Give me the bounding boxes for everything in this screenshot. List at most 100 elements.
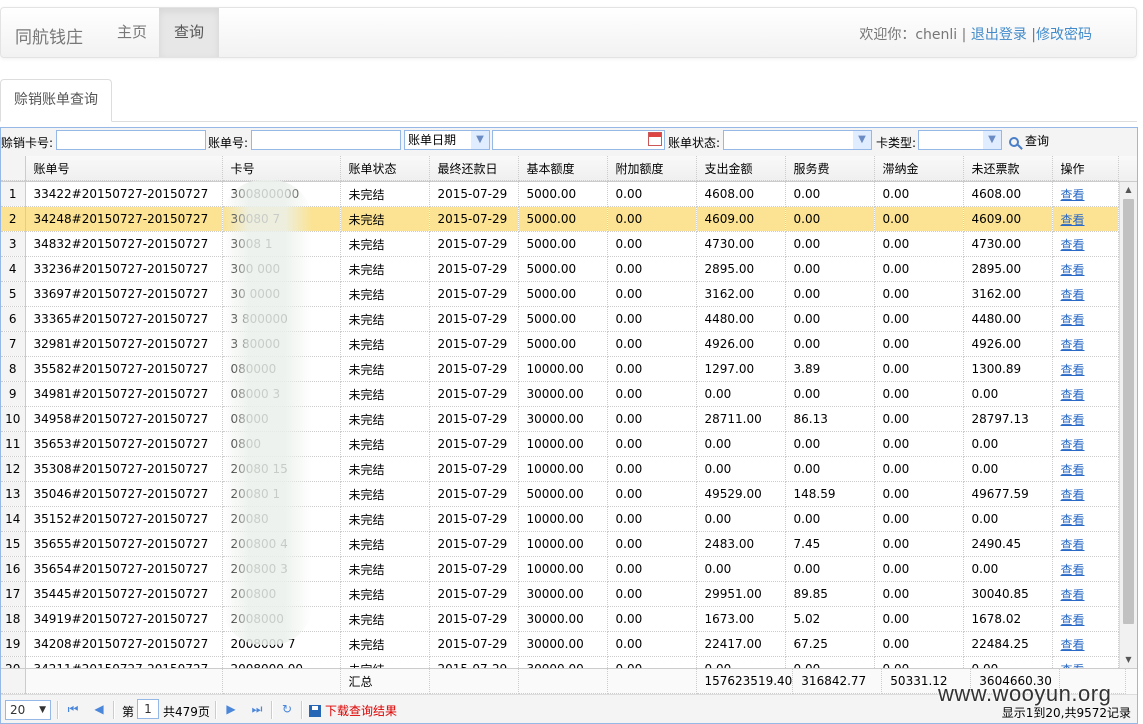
logout-link[interactable]: 退出登录 [971,27,1027,43]
table-row[interactable]: 1135653#20150727-20150727 0800 未完结2015-0… [1,431,1119,457]
cell-extra: 0.00 [607,581,697,607]
view-link[interactable]: 查看 [1061,563,1085,577]
date-input[interactable] [492,130,665,150]
column-header[interactable]: 附加额度 [607,156,697,181]
view-link[interactable]: 查看 [1061,213,1085,227]
cell-extra: 0.00 [607,231,697,257]
view-link[interactable]: 查看 [1061,488,1085,502]
table-row[interactable]: 234248#20150727-2015072730080 7未完结2015-0… [1,206,1119,232]
cell-due: 2015-07-29 [429,281,519,307]
cell-status: 未完结 [340,356,430,382]
chevron-down-icon[interactable]: ▼ [471,131,489,149]
table-row[interactable]: 1335046#20150727-2015072720080 1未完结2015-… [1,481,1119,507]
column-header[interactable]: 滞纳金 [874,156,964,181]
bill-number-input[interactable] [251,130,401,150]
column-header[interactable]: 未还票款 [963,156,1053,181]
table-row[interactable]: 433236#20150727-20150727300 000未完结2015-0… [1,256,1119,282]
table-row[interactable]: 1235308#20150727-2015072720080 15未完结2015… [1,456,1119,482]
table-row[interactable]: 1034958#20150727-20150727 08000未完结2015-0… [1,406,1119,432]
bill-status-select[interactable]: ▼ [723,130,872,150]
cell-extra: 0.00 [607,331,697,357]
nav-home[interactable]: 主页 [102,8,162,57]
date-type-select[interactable]: 账单日期 ▼ [404,130,490,150]
view-link[interactable]: 查看 [1061,363,1085,377]
column-header[interactable]: 服务费 [785,156,875,181]
cell-fee: 89.85 [785,581,875,607]
cell-status: 未完结 [340,456,430,482]
table-row[interactable]: 533697#20150727-2015072730 0000未完结2015-0… [1,281,1119,307]
cell-bill: 35655#20150727-20150727 [25,531,223,557]
table-row[interactable]: 1635654#20150727-20150727200800 3未完结2015… [1,556,1119,582]
view-link[interactable]: 查看 [1061,613,1085,627]
download-results-button[interactable]: 下载查询结果 [309,702,397,719]
table-row[interactable]: 835582#20150727-20150727 080000未完结2015-0… [1,356,1119,382]
tab-credit-bill-query[interactable]: 赊销账单查询 [0,79,112,122]
table-row[interactable]: 334832#20150727-201507273008 1未完结2015-07… [1,231,1119,257]
view-link[interactable]: 查看 [1061,313,1085,327]
nav-query[interactable]: 查询 [159,8,220,57]
column-header[interactable]: 账单号 [25,156,223,181]
cell-bill: 32981#20150727-20150727 [25,331,223,357]
view-link[interactable]: 查看 [1061,288,1085,302]
first-page-icon[interactable]: ⏮ [65,701,81,717]
chevron-down-icon[interactable]: ▼ [853,131,871,149]
row-number: 2 [1,206,26,232]
view-link[interactable]: 查看 [1061,188,1085,202]
view-link[interactable]: 查看 [1061,238,1085,252]
view-link[interactable]: 查看 [1061,338,1085,352]
change-password-link[interactable]: 修改密码 [1036,27,1092,43]
cell-fee: 0.00 [785,456,875,482]
next-page-icon[interactable]: ▶ [223,701,239,717]
row-number: 16 [1,556,26,582]
view-link[interactable]: 查看 [1061,588,1085,602]
table-row[interactable]: 1834919#20150727-201507272008000未完结2015-… [1,606,1119,632]
search-button[interactable]: 查询 [1009,132,1049,149]
chevron-down-icon[interactable]: ▼ [39,701,46,719]
page-number-input[interactable]: 1 [137,699,159,719]
cell-late: 0.00 [874,481,964,507]
scroll-down-icon[interactable]: ▼ [1120,652,1137,668]
scroll-up-icon[interactable]: ▲ [1120,182,1137,198]
view-link[interactable]: 查看 [1061,538,1085,552]
table-row[interactable]: 133422#20150727-20150727300800000未完结2015… [1,182,1119,207]
table-row[interactable]: 633365#20150727-201507273 800000未完结2015-… [1,306,1119,332]
column-header[interactable]: 操作 [1052,156,1119,181]
column-header[interactable]: 基本额度 [518,156,608,181]
view-link[interactable]: 查看 [1061,638,1085,652]
table-row[interactable]: 1535655#20150727-20150727200800 4未完结2015… [1,531,1119,557]
scroll-thumb[interactable] [1123,199,1134,624]
vertical-scrollbar[interactable]: ▲ ▼ [1119,182,1137,668]
cell-bill: 34958#20150727-20150727 [25,406,223,432]
cell-late: 0.00 [874,556,964,582]
last-page-icon[interactable]: ⏭ [249,701,265,717]
view-link[interactable]: 查看 [1061,388,1085,402]
row-number: 20 [1,656,26,668]
view-link[interactable]: 查看 [1061,513,1085,527]
table-row[interactable]: 934981#20150727-20150727 08000 3未完结2015-… [1,381,1119,407]
cell-fee: 0.00 [785,431,875,457]
view-link[interactable]: 查看 [1061,413,1085,427]
prev-page-icon[interactable]: ◀ [91,701,107,717]
chevron-down-icon[interactable]: ▼ [983,131,1001,149]
card-number-input[interactable] [56,130,206,150]
table-row[interactable]: 2034211#20150727-201507272008000 00未完结20… [1,656,1119,668]
calendar-icon[interactable] [648,132,662,146]
table-row[interactable]: 1435152#20150727-2015072720080未完结2015-07… [1,506,1119,532]
table-row[interactable]: 1934208#20150727-201507272008000 7未完结201… [1,631,1119,657]
view-link[interactable]: 查看 [1061,263,1085,277]
table-row[interactable]: 1735445#20150727-20150727200800未完结2015-0… [1,581,1119,607]
column-header[interactable]: 支出金额 [696,156,786,181]
column-header[interactable]: 账单状态 [340,156,430,181]
refresh-icon[interactable]: ↻ [279,701,295,717]
card-type-select[interactable]: ▼ [918,130,1002,150]
cell-op: 查看 [1052,531,1119,557]
view-link[interactable]: 查看 [1061,463,1085,477]
table-row[interactable]: 732981#20150727-201507273 80000未完结2015-0… [1,331,1119,357]
column-header[interactable]: 卡号 [222,156,341,181]
view-link[interactable]: 查看 [1061,438,1085,452]
cell-op: 查看 [1052,381,1119,407]
brand-logo[interactable]: 同航钱庄 [15,23,83,48]
row-number: 5 [1,281,26,307]
column-header[interactable]: 最终还款日 [429,156,519,181]
page-size-select[interactable]: 20 ▼ [5,700,51,720]
